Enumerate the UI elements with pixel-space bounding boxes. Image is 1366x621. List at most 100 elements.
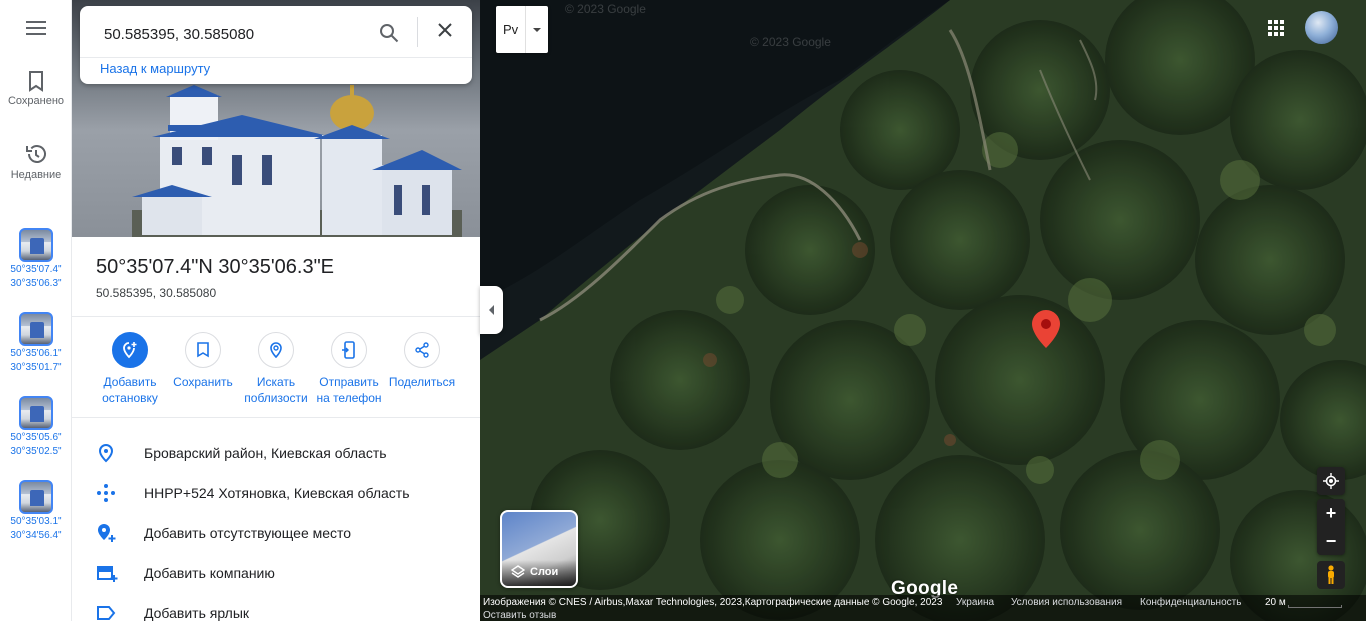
add-business-row[interactable]: Добавить компанию <box>72 553 480 593</box>
search-input[interactable] <box>104 20 374 48</box>
zoom-control: + − <box>1317 499 1345 555</box>
add-label-row[interactable]: Добавить ярлык <box>72 593 480 621</box>
my-location-button[interactable] <box>1317 467 1345 495</box>
address-row[interactable]: Броварский район, Киевская область <box>72 433 480 473</box>
phone-icon <box>342 341 355 359</box>
country-link[interactable]: Украина <box>956 597 994 608</box>
add-missing-place-row[interactable]: Добавить отсутствующее место <box>72 513 480 553</box>
church-photo-illustration <box>132 85 462 237</box>
recent-coord-lat: 50°35'05.6" <box>10 432 62 443</box>
save-label: Сохранить <box>173 375 233 389</box>
input-language-label: Рv <box>503 22 519 37</box>
terms-link[interactable]: Условия использования <box>1011 597 1122 608</box>
google-apps-icon[interactable] <box>1266 18 1286 38</box>
satellite-imagery <box>480 0 1366 621</box>
address-text: Броварский район, Киевская область <box>144 445 387 461</box>
layers-button[interactable]: Слои <box>500 510 578 588</box>
plus-code-text: HHPP+524 Хотяновка, Киевская область <box>144 485 410 501</box>
layers-icon <box>511 565 525 578</box>
zoom-out-button[interactable]: − <box>1317 527 1345 555</box>
divider <box>72 417 480 418</box>
label-icon <box>97 606 116 620</box>
street-view-pegman-button[interactable] <box>1317 561 1345 589</box>
recent-coord-lng: 30°35'06.3" <box>10 278 62 289</box>
zoom-in-button[interactable]: + <box>1317 499 1345 527</box>
recent-coord-lng: 30°34'56.4" <box>10 530 62 541</box>
map-attribution-bar: Изображения © CNES / Airbus,Maxar Techno… <box>480 595 1366 621</box>
map-pin-icon[interactable] <box>1032 310 1060 348</box>
nearby-icon-circle <box>258 332 294 368</box>
recent-item[interactable]: 50°35'07.4" 30°35'06.3" <box>0 228 72 291</box>
recent-thumbnail <box>19 312 53 346</box>
chevron-down-icon[interactable] <box>533 28 541 32</box>
place-panel: 50°35'07.4"N 30°35'06.3"E 50.585395, 30.… <box>72 0 480 621</box>
history-icon <box>26 145 46 163</box>
send-to-phone-label: Отправить <box>319 375 379 389</box>
location-pin-icon <box>98 443 114 463</box>
add-location-icon <box>123 342 137 359</box>
close-icon[interactable] <box>435 20 455 40</box>
bookmark-icon <box>29 71 43 92</box>
recent-coord-lat: 50°35'06.1" <box>10 348 62 359</box>
add-business-text: Добавить компанию <box>144 565 275 581</box>
share-icon-circle <box>404 332 440 368</box>
recent-item[interactable]: 50°35'03.1" 30°34'56.4" <box>0 480 72 543</box>
place-title: 50°35'07.4"N 30°35'06.3"E <box>96 256 335 278</box>
scale-label[interactable]: 20 м <box>1265 597 1286 608</box>
save-button[interactable]: Сохранить <box>166 332 240 390</box>
saved-button[interactable]: Сохранено <box>0 70 72 107</box>
chevron-left-icon <box>488 305 494 315</box>
recent-thumbnail <box>19 396 53 430</box>
divider <box>80 57 472 58</box>
divider <box>525 6 526 53</box>
recent-item[interactable]: 50°35'06.1" 30°35'01.7" <box>0 312 72 375</box>
add-missing-place-text: Добавить отсутствующее место <box>144 525 352 541</box>
nearby-search-icon <box>270 342 282 359</box>
saved-label: Сохранено <box>7 95 65 107</box>
add-stop-button[interactable]: Добавить остановку <box>93 332 167 406</box>
recent-coord-lng: 30°35'01.7" <box>10 362 62 373</box>
plus-code-icon <box>97 484 115 502</box>
search-nearby-button[interactable]: Искать поблизости <box>239 332 313 406</box>
add-place-icon <box>98 524 116 542</box>
back-to-route-link[interactable]: Назад к маршруту <box>100 61 210 76</box>
avatar[interactable] <box>1305 11 1338 44</box>
my-location-control <box>1317 467 1345 495</box>
recent-coord-lat: 50°35'07.4" <box>10 264 62 275</box>
recent-label: Недавние <box>10 169 62 181</box>
map-canvas[interactable]: © 2023 Google © 2023 Google <box>480 0 1366 621</box>
privacy-link[interactable]: Конфиденциальность <box>1140 597 1241 608</box>
map-watermark: © 2023 Google <box>565 2 646 16</box>
map-watermark: © 2023 Google <box>750 35 831 49</box>
add-stop-label: Добавить <box>103 375 157 389</box>
collapse-panel-button[interactable] <box>480 286 503 334</box>
search-nearby-label: Искать <box>256 375 296 389</box>
my-location-icon <box>1323 473 1339 489</box>
menu-icon[interactable] <box>22 17 50 41</box>
send-icon-circle <box>331 332 367 368</box>
search-icon[interactable] <box>379 23 399 43</box>
divider <box>417 17 418 47</box>
place-coordinates: 50.585395, 30.585080 <box>96 286 217 300</box>
pegman-icon <box>1328 565 1334 584</box>
add-label-text: Добавить ярлык <box>144 605 250 621</box>
recent-item[interactable]: 50°35'05.6" 30°35'02.5" <box>0 396 72 459</box>
imagery-attribution: Изображения © CNES / Airbus,Maxar Techno… <box>483 597 943 608</box>
plus-code-row[interactable]: HHPP+524 Хотяновка, Киевская область <box>72 473 480 513</box>
save-icon-circle <box>185 332 221 368</box>
search-box: Назад к маршруту <box>80 6 472 84</box>
send-to-phone-button[interactable]: Отправить на телефон <box>312 332 386 406</box>
share-button[interactable]: Поделиться <box>385 332 459 390</box>
add-stop-icon-circle <box>112 332 148 368</box>
bookmark-icon <box>197 342 209 358</box>
recent-coord-lng: 30°35'02.5" <box>10 446 62 457</box>
divider <box>72 316 480 317</box>
layers-label: Слои <box>530 566 559 578</box>
feedback-link[interactable]: Оставить отзыв <box>483 610 556 621</box>
recent-button[interactable]: Недавние <box>0 142 72 181</box>
share-label: Поделиться <box>388 375 456 389</box>
recent-thumbnail <box>19 480 53 514</box>
search-nearby-label-line2: поблизости <box>244 391 308 405</box>
send-to-phone-label-line2: на телефон <box>316 391 382 405</box>
input-language-button[interactable]: Рv <box>496 6 548 53</box>
